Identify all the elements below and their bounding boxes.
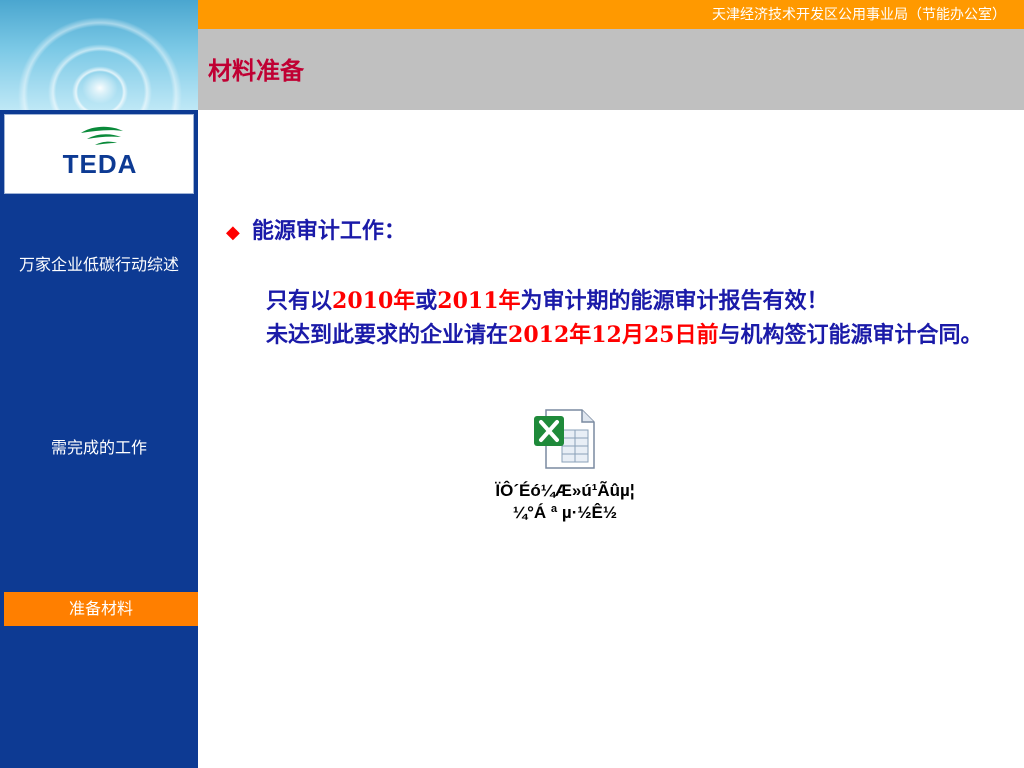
diamond-bullet-icon: ◆ — [226, 222, 240, 243]
excel-file-icon[interactable] — [532, 408, 596, 470]
page-title: 材料准备 — [208, 56, 304, 85]
teda-leaf-icon — [81, 126, 123, 145]
teda-logo: TEDA — [4, 114, 194, 194]
sidebar-item-prepare-materials[interactable]: 准备材料 — [4, 592, 198, 626]
sidebar-item-overview[interactable]: 万家企业低碳行动综述 — [8, 254, 190, 276]
paragraph-valid-period: 只有以2010年或2011年为审计期的能源审计报告有效！ — [222, 284, 1002, 318]
heading-text: 能源审计工作： — [251, 218, 406, 244]
text-span: 只有以 — [266, 288, 333, 314]
org-name: 天津经济技术开发区公用事业局（节能办公室） — [712, 7, 1006, 23]
header-bar: 天津经济技术开发区公用事业局（节能办公室） — [198, 0, 1024, 29]
text-span: 为审计期的能源审计报告有效！ — [520, 288, 829, 314]
logo-text: TEDA — [62, 149, 138, 179]
object-label-line2: ¼°Á ª µ·½Ê½ — [512, 503, 618, 522]
highlight-year-2010: 2010年 — [332, 288, 416, 314]
highlight-year-2011: 2011年 — [437, 288, 521, 314]
sidebar-item-work-to-complete[interactable]: 需完成的工作 — [8, 437, 190, 459]
paragraph-deadline: 未达到此要求的企业请在2012年12月25日前与机构签订能源审计合同。 — [222, 318, 992, 352]
highlight-deadline: 2012年12月25日前 — [508, 322, 719, 348]
title-bar: 材料准备 — [198, 29, 1024, 110]
embedded-object-label: ÏÔ´Éó¼Æ»ú¹Ãûµ¦ ¼°Á ª µ·½Ê½ — [440, 480, 690, 524]
text-span: 未达到此要求的企业请在 — [266, 322, 509, 348]
water-ripple-image — [0, 0, 198, 110]
text-span: 或 — [415, 288, 438, 314]
object-label-line1: ÏÔ´Éó¼Æ»ú¹Ãûµ¦ — [495, 481, 635, 500]
sidebar: TEDA 万家企业低碳行动综述 需完成的工作 准备材料 — [0, 0, 198, 768]
text-span: 与机构签订能源审计合同。 — [718, 322, 983, 348]
section-heading: ◆ 能源审计工作： — [226, 214, 406, 250]
